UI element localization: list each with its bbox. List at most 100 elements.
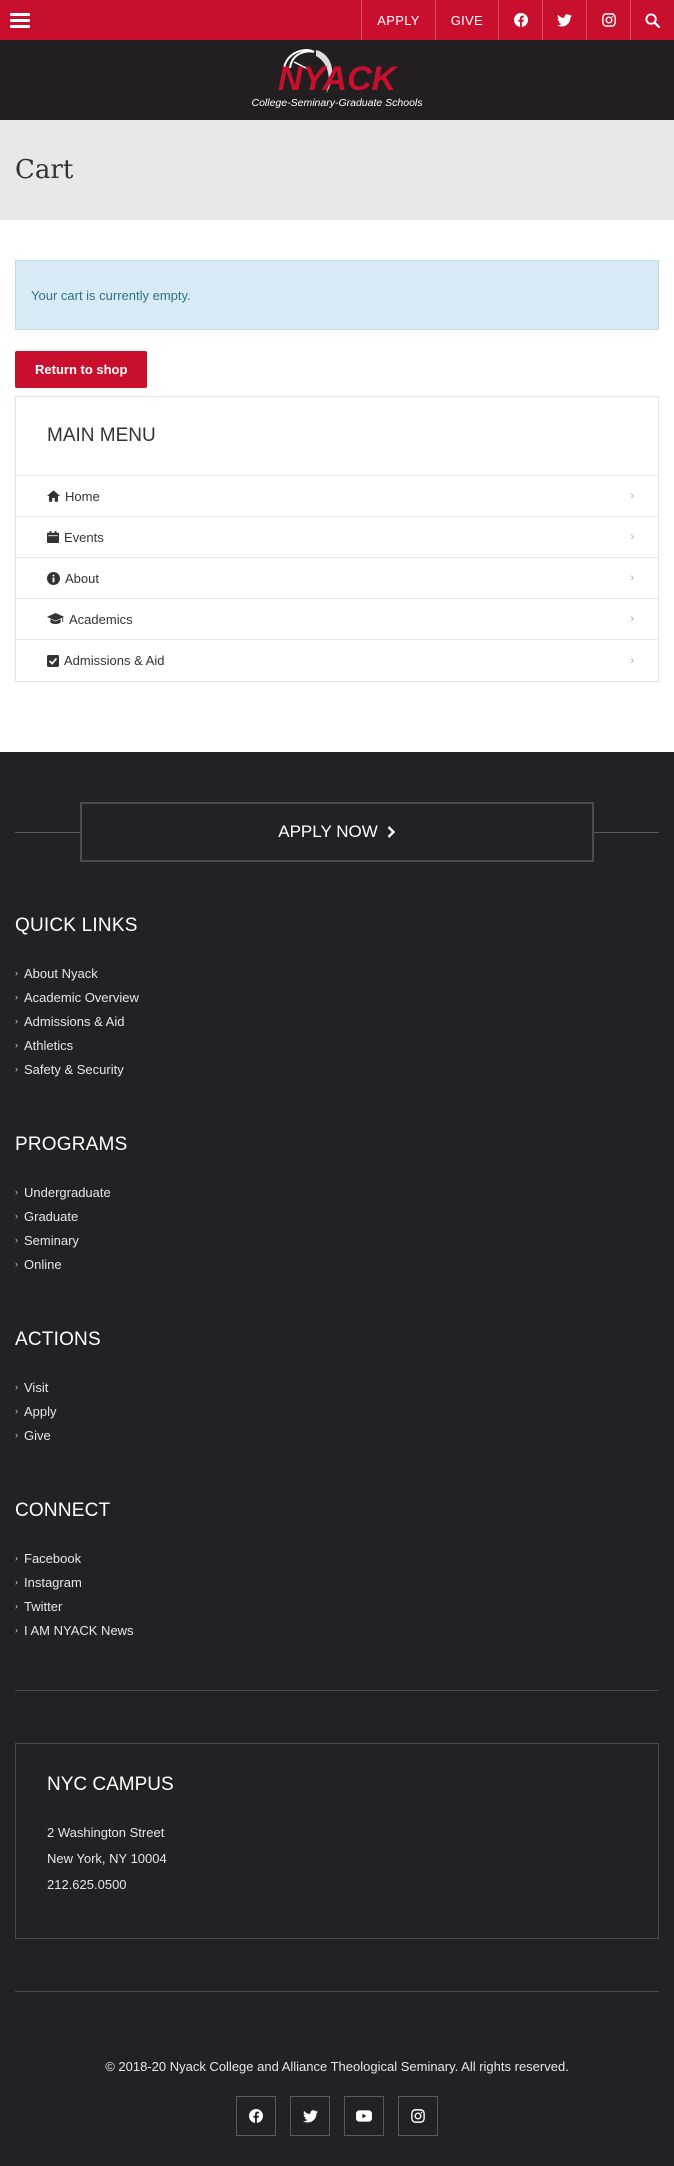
footer-link[interactable]: › Athletics: [15, 1033, 659, 1057]
menu-item-label: Home: [65, 488, 100, 504]
footer-link[interactable]: › Apply: [15, 1399, 659, 1423]
footer-link-label: Graduate: [24, 1208, 79, 1224]
logo-wordmark: NYACK: [278, 60, 399, 98]
programs-section: PROGRAMS › Undergraduate › Graduate › Semin…: [15, 1134, 659, 1276]
footer-link[interactable]: › Online: [15, 1252, 659, 1276]
facebook-icon: [513, 13, 528, 27]
chevron-right-icon: ›: [15, 1382, 18, 1392]
footer-link-label: I AM NYACK News: [24, 1622, 134, 1638]
menu-item-label: About: [65, 570, 99, 586]
footer-link-label: Visit: [24, 1379, 49, 1395]
footer-link[interactable]: › Academic Overview: [15, 985, 659, 1009]
footer-link-label: Seminary: [24, 1232, 79, 1248]
home-icon: [47, 490, 60, 502]
footer-link-label: Apply: [24, 1403, 57, 1419]
youtube-icon: [356, 2110, 372, 2122]
footer-link-label: Facebook: [24, 1550, 82, 1566]
chevron-right-icon: ›: [15, 968, 18, 978]
section-title: QUICK LINKS: [15, 915, 138, 936]
menu-button[interactable]: [0, 0, 40, 40]
footer-link[interactable]: › Instagram: [15, 1570, 659, 1594]
give-link[interactable]: GIVE: [434, 0, 498, 40]
menu-item-home[interactable]: Home ›: [16, 476, 658, 517]
search-button[interactable]: [630, 0, 674, 40]
menu-item-about[interactable]: About ›: [16, 558, 658, 599]
twitter-link[interactable]: [290, 2096, 330, 2136]
menu-item-academics[interactable]: Academics ›: [16, 599, 658, 640]
chevron-right-icon: ›: [15, 992, 18, 1002]
footer-link[interactable]: › I AM NYACK News: [15, 1618, 659, 1642]
main-menu: MAIN MENU Home › Events › About › Academ…: [15, 396, 659, 682]
main-content: Your cart is currently empty. Return to …: [0, 220, 674, 752]
menu-item-admissions-aid[interactable]: Admissions & Aid ›: [16, 640, 658, 681]
info-icon: [47, 571, 60, 585]
cart-empty-message: Your cart is currently empty.: [31, 287, 191, 303]
footer-link-label: About Nyack: [24, 965, 98, 981]
chevron-right-icon: ›: [630, 613, 634, 625]
footer-link-label: Academic Overview: [24, 989, 139, 1005]
footer-socials: [15, 2096, 659, 2136]
menu-item-events[interactable]: Events ›: [16, 517, 658, 558]
section-title: ACTIONS: [15, 1329, 101, 1350]
apply-now-button[interactable]: APPLY NOW: [80, 802, 594, 862]
campus-phone[interactable]: 212.625.0500: [47, 1872, 627, 1898]
apply-now-row: APPLY NOW: [15, 802, 659, 862]
footer-link[interactable]: › Twitter: [15, 1594, 659, 1618]
youtube-link[interactable]: [344, 2096, 384, 2136]
site-footer: APPLY NOW QUICK LINKS › About Nyack › Acad…: [0, 752, 674, 2166]
footer-divider: [15, 1690, 659, 1691]
footer-link[interactable]: › About Nyack: [15, 961, 659, 985]
logo-tagline: College-Seminary-Graduate Schools: [252, 97, 422, 109]
footer-link[interactable]: › Safety & Security: [15, 1057, 659, 1081]
footer-link[interactable]: › Visit: [15, 1375, 659, 1399]
footer-link[interactable]: › Undergraduate: [15, 1180, 659, 1204]
top-bar: APPLY GIVE: [0, 0, 674, 40]
twitter-link[interactable]: [542, 0, 586, 40]
campus-city: New York, NY 10004: [47, 1851, 167, 1866]
quick-links-section: QUICK LINKS › About Nyack › Academic Overv…: [15, 915, 659, 1081]
menu-item-label: Events: [64, 529, 104, 545]
chevron-right-icon: ›: [630, 654, 634, 667]
copyright: © 2018-20 Nyack College and Alliance The…: [105, 2059, 569, 2074]
section-title: CONNECT: [15, 1500, 111, 1521]
footer-link[interactable]: › Give: [15, 1423, 659, 1447]
nyack-logo[interactable]: NYACK College-Seminary-Graduate Schools: [252, 44, 422, 116]
instagram-link[interactable]: [586, 0, 630, 40]
chevron-right-icon: ›: [15, 1577, 18, 1587]
apply-now-label: APPLY NOW: [278, 822, 378, 841]
footer-link[interactable]: › Seminary: [15, 1228, 659, 1252]
return-to-shop-button[interactable]: Return to shop: [15, 351, 148, 388]
chevron-right-icon: [387, 826, 395, 838]
footer-link[interactable]: › Admissions & Aid: [15, 1009, 659, 1033]
chevron-right-icon: ›: [630, 531, 634, 543]
instagram-link[interactable]: [398, 2096, 438, 2136]
chevron-right-icon: ›: [15, 1235, 18, 1245]
chevron-right-icon: ›: [630, 572, 634, 584]
twitter-icon: [302, 2109, 318, 2122]
facebook-link[interactable]: [236, 2096, 276, 2136]
chevron-right-icon: ›: [15, 1064, 18, 1074]
top-actions: APPLY GIVE: [361, 0, 674, 40]
campus-box: NYC CAMPUS 2 Washington Street New York,…: [15, 1743, 659, 1939]
twitter-icon: [557, 13, 572, 26]
menu-item-label: Academics: [69, 611, 133, 627]
facebook-link[interactable]: [498, 0, 542, 40]
campus-title: NYC CAMPUS: [47, 1774, 174, 1795]
footer-link-label: Online: [24, 1256, 62, 1272]
footer-link-label: Undergraduate: [24, 1184, 111, 1200]
footer-link-label: Admissions & Aid: [24, 1013, 125, 1029]
page-title: Cart: [15, 155, 74, 185]
chevron-right-icon: ›: [630, 490, 634, 502]
footer-link-label: Safety & Security: [24, 1061, 124, 1077]
chevron-right-icon: ›: [15, 1211, 18, 1221]
footer-link-label: Instagram: [24, 1574, 82, 1590]
chevron-right-icon: ›: [15, 1430, 18, 1440]
footer-link[interactable]: › Facebook: [15, 1546, 659, 1570]
footer-link-label: Twitter: [24, 1598, 63, 1614]
footer-link[interactable]: › Graduate: [15, 1204, 659, 1228]
apply-link[interactable]: APPLY: [361, 0, 434, 40]
check-square-icon: [47, 654, 59, 667]
instagram-icon: [601, 13, 616, 27]
chevron-right-icon: ›: [15, 1259, 18, 1269]
chevron-right-icon: ›: [15, 1016, 18, 1026]
